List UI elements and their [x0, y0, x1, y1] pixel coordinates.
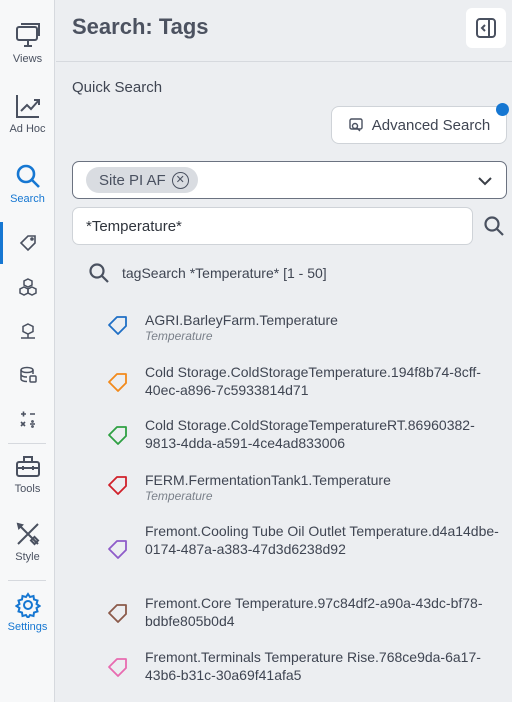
calculator-symbols-icon [19, 411, 35, 428]
tag-icon [108, 540, 127, 559]
toolbox-icon [15, 456, 40, 477]
quick-search-label: Quick Search [72, 79, 163, 96]
subnav-assets[interactable] [0, 266, 55, 308]
tag-icon [108, 476, 127, 495]
list-item[interactable]: Fremont.Cooling Tube Oil Outlet Temperat… [106, 522, 506, 559]
subnav-tags[interactable] [0, 222, 55, 264]
result-name: Fremont.Cooling Tube Oil Outlet Temperat… [145, 523, 499, 557]
tag-icon [108, 658, 127, 677]
nav-tools-label: Tools [14, 483, 41, 495]
left-rail: Views Ad Hoc Search Tools Style Settings [0, 0, 55, 702]
nav-adhoc[interactable]: Ad Hoc [0, 92, 55, 135]
result-name: FERM.FermentationTank1.Temperature [145, 472, 391, 488]
tag-icon [108, 373, 127, 392]
result-description: Temperature [145, 329, 213, 343]
advanced-search-button[interactable]: Advanced Search [331, 106, 507, 144]
notification-dot [496, 103, 509, 116]
list-item[interactable]: Fremont.Core Temperature.97c84df2-a90a-4… [106, 594, 506, 630]
search-icon [16, 164, 40, 188]
nav-search-label: Search [10, 193, 45, 205]
scope-chip-label: Site PI AF [99, 171, 166, 189]
header-divider [56, 61, 512, 62]
chevron-down-icon[interactable] [476, 172, 494, 190]
subnav-elements[interactable] [0, 310, 55, 352]
nav-settings-label: Settings [7, 621, 48, 633]
scope-chip: Site PI AF ✕ [86, 167, 198, 193]
list-item[interactable]: Cold Storage.ColdStorageTemperatureRT.86… [106, 416, 506, 452]
collapse-left-icon [476, 18, 496, 38]
subnav-calculations[interactable] [0, 398, 55, 440]
subnav-databases[interactable] [0, 354, 55, 396]
search-icon [89, 263, 109, 283]
nav-style-label: Style [15, 551, 40, 563]
rail-divider [8, 580, 46, 581]
nav-adhoc-label: Ad Hoc [9, 123, 46, 135]
tag-icon [19, 235, 36, 252]
tag-icon [108, 316, 127, 335]
remove-chip-icon[interactable]: ✕ [171, 171, 189, 189]
gear-icon [14, 592, 41, 618]
cube-hierarchy-icon [20, 323, 35, 339]
result-description: Temperature [145, 489, 213, 503]
nav-settings[interactable]: Settings [0, 592, 55, 633]
list-item[interactable]: AGRI.BarleyFarm.Temperature Temperature [106, 311, 506, 344]
search-input[interactable] [72, 207, 473, 245]
search-scope-select[interactable]: Site PI AF ✕ [72, 161, 507, 199]
trend-chart-icon [15, 95, 40, 118]
advanced-search-label: Advanced Search [371, 116, 491, 134]
list-item[interactable]: Cold Storage.ColdStorageTemperature.194f… [106, 363, 506, 399]
result-name: Fremont.Terminals Temperature Rise.768ce… [145, 649, 481, 683]
brush-pen-icon [16, 522, 39, 546]
result-name: AGRI.BarleyFarm.Temperature [145, 312, 338, 328]
nav-style[interactable]: Style [0, 520, 55, 563]
database-icon [19, 366, 37, 383]
result-summary-text: tagSearch *Temperature* [1 - 50] [122, 265, 327, 281]
nav-tools[interactable]: Tools [0, 452, 55, 495]
result-name: Cold Storage.ColdStorageTemperature.194f… [145, 364, 481, 398]
list-item[interactable]: Fremont.Terminals Temperature Rise.768ce… [106, 648, 506, 684]
tag-icon [108, 426, 127, 445]
result-name: Cold Storage.ColdStorageTemperatureRT.86… [145, 417, 475, 451]
page-title: Search: Tags [72, 14, 209, 39]
result-summary: tagSearch *Temperature* [1 - 50] [88, 262, 327, 284]
advanced-search-icon [349, 118, 363, 132]
tag-icon [108, 604, 127, 623]
search-submit-icon[interactable] [483, 215, 505, 237]
cubes-icon [18, 278, 37, 296]
rail-divider [8, 443, 46, 444]
nav-search[interactable]: Search [0, 162, 55, 205]
list-item[interactable]: FERM.FermentationTank1.Temperature Tempe… [106, 471, 506, 504]
nav-views-label: Views [12, 53, 43, 65]
nav-views[interactable]: Views [0, 22, 55, 65]
collapse-panel-button[interactable] [466, 8, 506, 48]
result-name: Fremont.Core Temperature.97c84df2-a90a-4… [145, 595, 483, 629]
monitor-stack-icon [15, 23, 40, 47]
